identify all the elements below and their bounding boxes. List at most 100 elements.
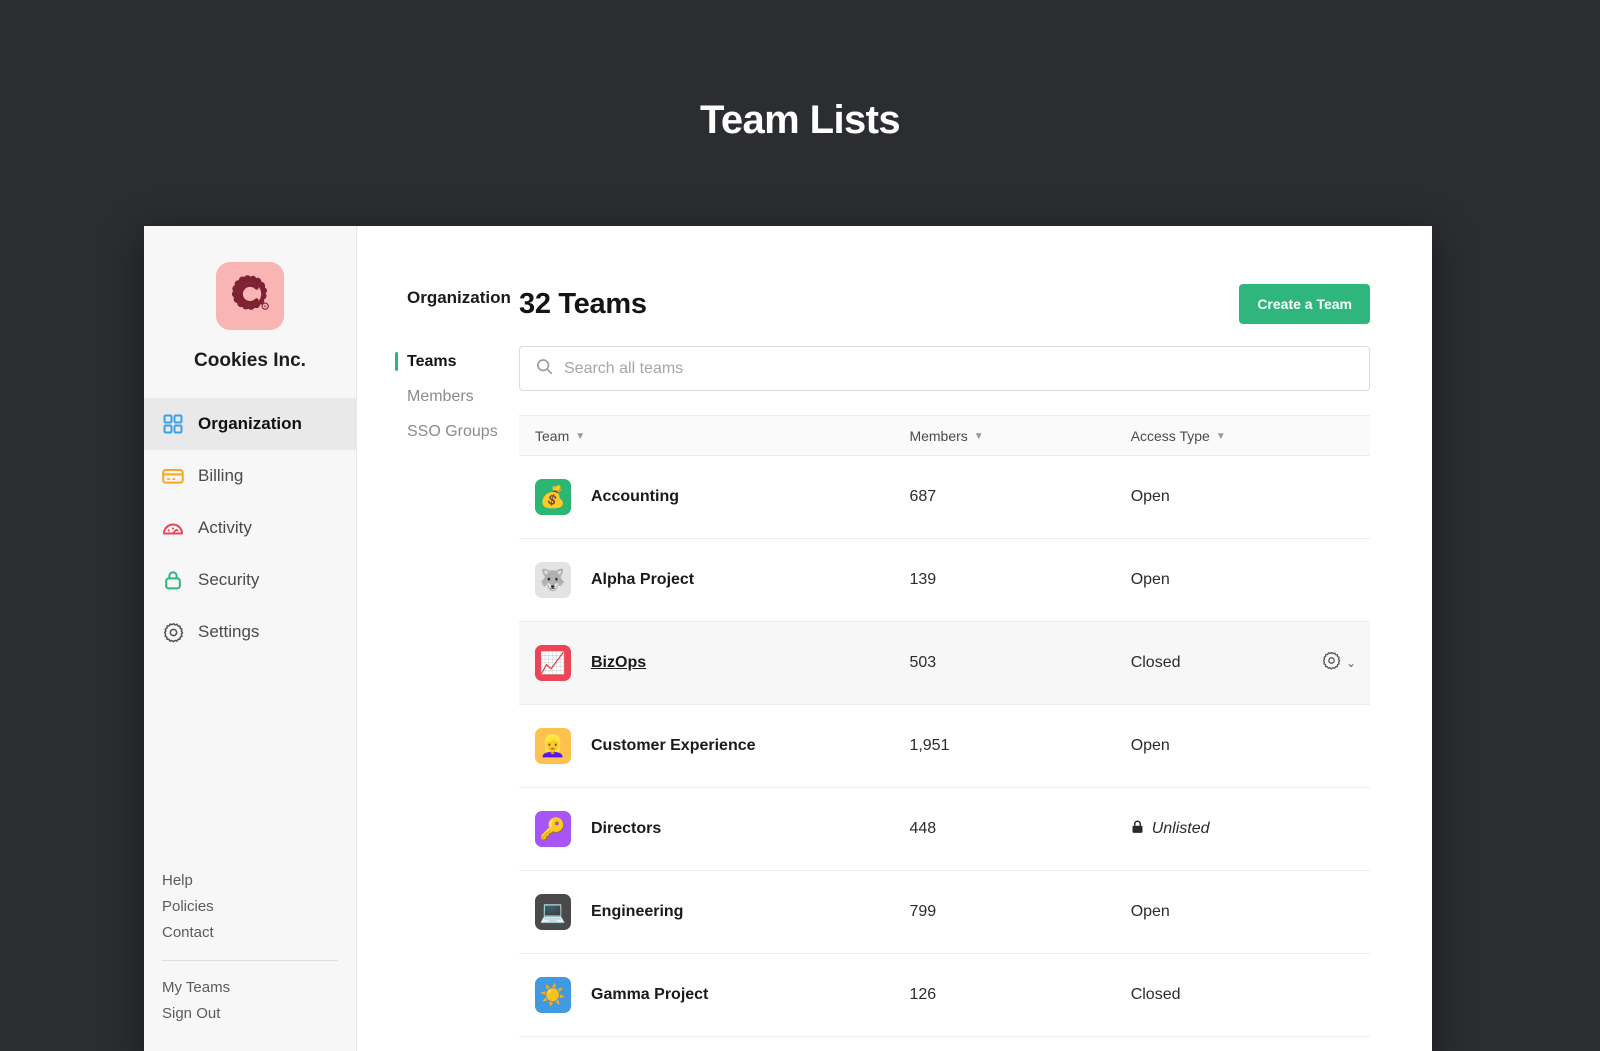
grid-icon bbox=[162, 413, 184, 435]
cell-team: 👱‍♀️ Customer Experience bbox=[519, 705, 893, 788]
create-team-button[interactable]: Create a Team bbox=[1239, 284, 1370, 324]
cell-access-type: Open bbox=[1115, 705, 1370, 788]
access-label: Open bbox=[1130, 488, 1170, 505]
team-emoji-tile: 💰 bbox=[535, 479, 571, 515]
sidebar-item-security[interactable]: Security bbox=[144, 554, 356, 606]
sidebar-item-label: Organization bbox=[198, 414, 302, 433]
cell-members: 139 bbox=[893, 539, 1114, 622]
cell-members: 126 bbox=[893, 954, 1114, 1037]
subnav-item-teams[interactable]: Teams bbox=[395, 344, 519, 379]
team-name[interactable]: Gamma Project bbox=[591, 986, 708, 1004]
secondary-nav: Organization Teams Members SSO Groups bbox=[357, 226, 519, 1051]
sidebar-link-sign-out[interactable]: Sign Out bbox=[162, 1001, 356, 1027]
sort-caret-icon: ▼ bbox=[575, 430, 586, 442]
secondary-nav-title: Organization bbox=[407, 288, 511, 307]
access-label: Closed bbox=[1130, 654, 1181, 671]
org-brand: R Cookies Inc. bbox=[144, 226, 356, 394]
teams-table: Team ▼ Members ▼ Access Type ▼ 💰 Accounting 6… bbox=[519, 415, 1370, 1037]
table-row[interactable]: 🐺 Alpha Project 139 Open bbox=[519, 539, 1370, 622]
team-emoji-tile: 👱‍♀️ bbox=[535, 728, 571, 764]
cell-access-type: Closed bbox=[1115, 954, 1370, 1037]
credit-card-icon bbox=[162, 465, 184, 487]
gauge-icon bbox=[162, 517, 184, 539]
lock-icon bbox=[162, 569, 184, 591]
gear-icon[interactable] bbox=[1322, 651, 1341, 675]
sidebar: R Cookies Inc. Organization Billing Acti… bbox=[144, 226, 357, 1051]
table-row[interactable]: 💰 Accounting 687 Open bbox=[519, 456, 1370, 539]
members-count: 139 bbox=[909, 571, 937, 588]
team-emoji-tile: 💻 bbox=[535, 894, 571, 930]
table-row[interactable]: ☀️ Gamma Project 126 Closed bbox=[519, 954, 1370, 1037]
row-actions[interactable]: ⌄ bbox=[1322, 651, 1356, 675]
search-input[interactable] bbox=[564, 359, 1353, 378]
page-title: Team Lists bbox=[700, 98, 901, 142]
cell-access-type: Open bbox=[1115, 456, 1370, 539]
team-name[interactable]: BizOps bbox=[591, 654, 646, 672]
table-row[interactable]: 👱‍♀️ Customer Experience 1,951 Open bbox=[519, 705, 1370, 788]
sidebar-item-label: Settings bbox=[198, 622, 260, 641]
access-label: Closed bbox=[1130, 986, 1181, 1003]
sidebar-link-help[interactable]: Help bbox=[162, 868, 356, 894]
column-header-members[interactable]: Members ▼ bbox=[893, 415, 1115, 456]
sort-caret-icon: ▼ bbox=[973, 430, 984, 442]
members-count: 126 bbox=[909, 986, 937, 1003]
sidebar-item-settings[interactable]: Settings bbox=[144, 606, 356, 658]
sidebar-divider bbox=[162, 960, 338, 961]
team-emoji-tile: ☀️ bbox=[535, 977, 571, 1013]
sidebar-link-my-teams[interactable]: My Teams bbox=[162, 975, 356, 1001]
column-header-access-type[interactable]: Access Type ▼ bbox=[1114, 415, 1370, 456]
svg-text:R: R bbox=[264, 304, 267, 309]
teams-count-heading: 32 Teams bbox=[519, 287, 647, 320]
table-row[interactable]: 💻 Engineering 799 Open bbox=[519, 871, 1370, 954]
sidebar-item-activity[interactable]: Activity bbox=[144, 502, 356, 554]
lock-icon bbox=[1131, 820, 1144, 839]
team-name[interactable]: Directors bbox=[591, 820, 661, 838]
sidebar-item-label: Security bbox=[198, 570, 260, 589]
cell-access-type: Closed ⌄ bbox=[1115, 622, 1370, 705]
sidebar-item-organization[interactable]: Organization bbox=[144, 398, 356, 450]
search-bar[interactable] bbox=[519, 346, 1370, 391]
team-emoji-tile: 🐺 bbox=[535, 562, 571, 598]
chevron-down-icon[interactable]: ⌄ bbox=[1346, 656, 1356, 670]
cell-access-type: Open bbox=[1115, 871, 1370, 954]
subnav-item-members[interactable]: Members bbox=[407, 379, 519, 414]
search-icon bbox=[536, 358, 553, 380]
sidebar-link-policies[interactable]: Policies bbox=[162, 894, 356, 920]
access-label: Open bbox=[1130, 903, 1170, 920]
subnav-item-sso-groups[interactable]: SSO Groups bbox=[407, 414, 519, 449]
column-label: Team bbox=[535, 427, 570, 444]
team-name[interactable]: Customer Experience bbox=[591, 737, 756, 755]
cookie-c-logo: R bbox=[216, 262, 284, 330]
column-label: Members bbox=[909, 427, 968, 444]
cell-team: 💻 Engineering bbox=[519, 871, 893, 954]
access-label: Open bbox=[1130, 737, 1170, 754]
sidebar-link-contact[interactable]: Contact bbox=[162, 920, 356, 946]
status-badge-unlisted: Unlisted bbox=[1131, 820, 1210, 839]
gear-icon bbox=[162, 621, 184, 643]
team-name[interactable]: Alpha Project bbox=[591, 571, 694, 589]
table-row[interactable]: 📈 BizOps 503 Closed ⌄ bbox=[519, 621, 1370, 705]
sidebar-item-billing[interactable]: Billing bbox=[144, 450, 356, 502]
org-name: Cookies Inc. bbox=[194, 350, 306, 371]
cell-members: 448 bbox=[893, 788, 1114, 871]
members-count: 448 bbox=[909, 820, 937, 837]
sort-caret-icon: ▼ bbox=[1215, 430, 1226, 442]
sidebar-footer: Help Policies Contact My Teams Sign Out bbox=[144, 868, 356, 1051]
main-header: 32 Teams Create a Team bbox=[519, 284, 1370, 324]
cell-members: 503 bbox=[893, 622, 1114, 705]
page-root: Team Lists R Cookies Inc. Organization B… bbox=[0, 0, 1600, 1051]
members-count: 687 bbox=[909, 488, 937, 505]
column-header-team[interactable]: Team ▼ bbox=[519, 415, 894, 456]
main-content: 32 Teams Create a Team Team ▼ Members ▼ bbox=[519, 226, 1432, 1051]
team-name[interactable]: Engineering bbox=[591, 903, 683, 921]
cell-access-type: Open bbox=[1115, 539, 1370, 622]
team-name[interactable]: Accounting bbox=[591, 488, 679, 506]
app-window: R Cookies Inc. Organization Billing Acti… bbox=[144, 226, 1432, 1051]
cell-access-type: Unlisted bbox=[1115, 788, 1370, 871]
cell-team: 🔑 Directors bbox=[519, 788, 893, 871]
teams-table-body: 💰 Accounting 687 Open 🐺 Alpha Project 139 Open 📈… bbox=[519, 456, 1370, 1037]
cell-team: 🐺 Alpha Project bbox=[519, 539, 893, 622]
members-count: 1,951 bbox=[909, 737, 950, 754]
table-row[interactable]: 🔑 Directors 448 Unlisted bbox=[519, 788, 1370, 871]
cell-team: 💰 Accounting bbox=[519, 456, 893, 539]
